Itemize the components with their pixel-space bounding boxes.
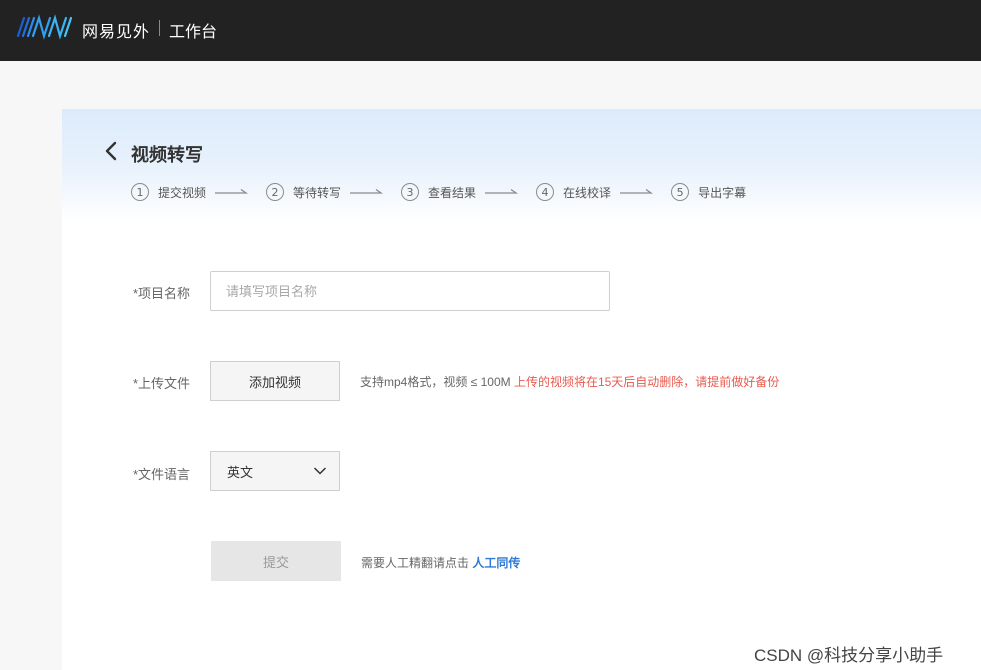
workbench-link[interactable]: 工作台 — [169, 18, 217, 42]
file-language-label: *文件语言 — [133, 467, 191, 482]
upload-file-label: *上传文件 — [133, 376, 191, 391]
manual-translation-hint: 需要人工精翻请点击 人工同传 — [361, 554, 520, 571]
main-card: 视频转写 1 提交视频 2 等待转写 3 查看结果 4 在线校译 5 导出字幕 … — [62, 109, 981, 670]
step-number: 5 — [671, 183, 690, 201]
progress-steps: 1 提交视频 2 等待转写 3 查看结果 4 在线校译 5 导出字幕 — [131, 182, 746, 202]
top-nav-bar: 网易见外 工作台 — [0, 0, 981, 61]
manual-hint-text: 需要人工精翻请点击 — [361, 556, 473, 570]
step-3: 3 查看结果 — [401, 183, 536, 201]
step-arrow-icon — [350, 188, 384, 194]
step-arrow-icon — [620, 188, 654, 194]
step-label: 等待转写 — [293, 185, 342, 200]
page-header-banner: 视频转写 1 提交视频 2 等待转写 3 查看结果 4 在线校译 5 导出字幕 — [62, 109, 981, 221]
project-name-input[interactable] — [210, 271, 610, 311]
step-1: 1 提交视频 — [131, 183, 266, 201]
upload-warning: 上传的视频将在15天后自动删除，请提前做好备份 — [513, 375, 780, 389]
step-label: 查看结果 — [428, 185, 477, 200]
step-number: 3 — [401, 183, 420, 201]
language-select[interactable]: 英文 — [210, 451, 340, 491]
step-number: 4 — [536, 183, 555, 201]
step-5: 5 导出字幕 — [671, 183, 746, 201]
step-arrow-icon — [215, 188, 249, 194]
chevron-down-icon — [313, 467, 327, 475]
upload-hint: 支持mp4格式，视频 ≤ 100M 上传的视频将在15天后自动删除，请提前做好备… — [360, 373, 779, 390]
step-arrow-icon — [485, 188, 519, 194]
netease-jianwai-logo-icon[interactable] — [16, 14, 74, 40]
step-label: 提交视频 — [158, 185, 207, 200]
language-selected-value: 英文 — [227, 464, 254, 480]
step-number: 2 — [266, 183, 285, 201]
back-arrow-icon[interactable] — [104, 141, 118, 161]
submit-button[interactable]: 提交 — [211, 541, 341, 581]
page-title: 视频转写 — [131, 145, 203, 165]
step-label: 在线校译 — [563, 185, 612, 200]
add-video-button[interactable]: 添加视频 — [210, 361, 340, 401]
step-label: 导出字幕 — [698, 185, 747, 200]
step-2: 2 等待转写 — [266, 183, 401, 201]
step-4: 4 在线校译 — [536, 183, 671, 201]
project-name-label: *项目名称 — [133, 286, 191, 301]
csdn-watermark: CSDN @科技分享小助手 — [754, 646, 944, 665]
header-divider — [159, 20, 160, 36]
brand-name[interactable]: 网易见外 — [82, 18, 150, 42]
step-number: 1 — [131, 183, 149, 201]
upload-format-hint: 支持mp4格式，视频 ≤ 100M — [360, 375, 514, 389]
manual-interpretation-link[interactable]: 人工同传 — [472, 556, 520, 570]
